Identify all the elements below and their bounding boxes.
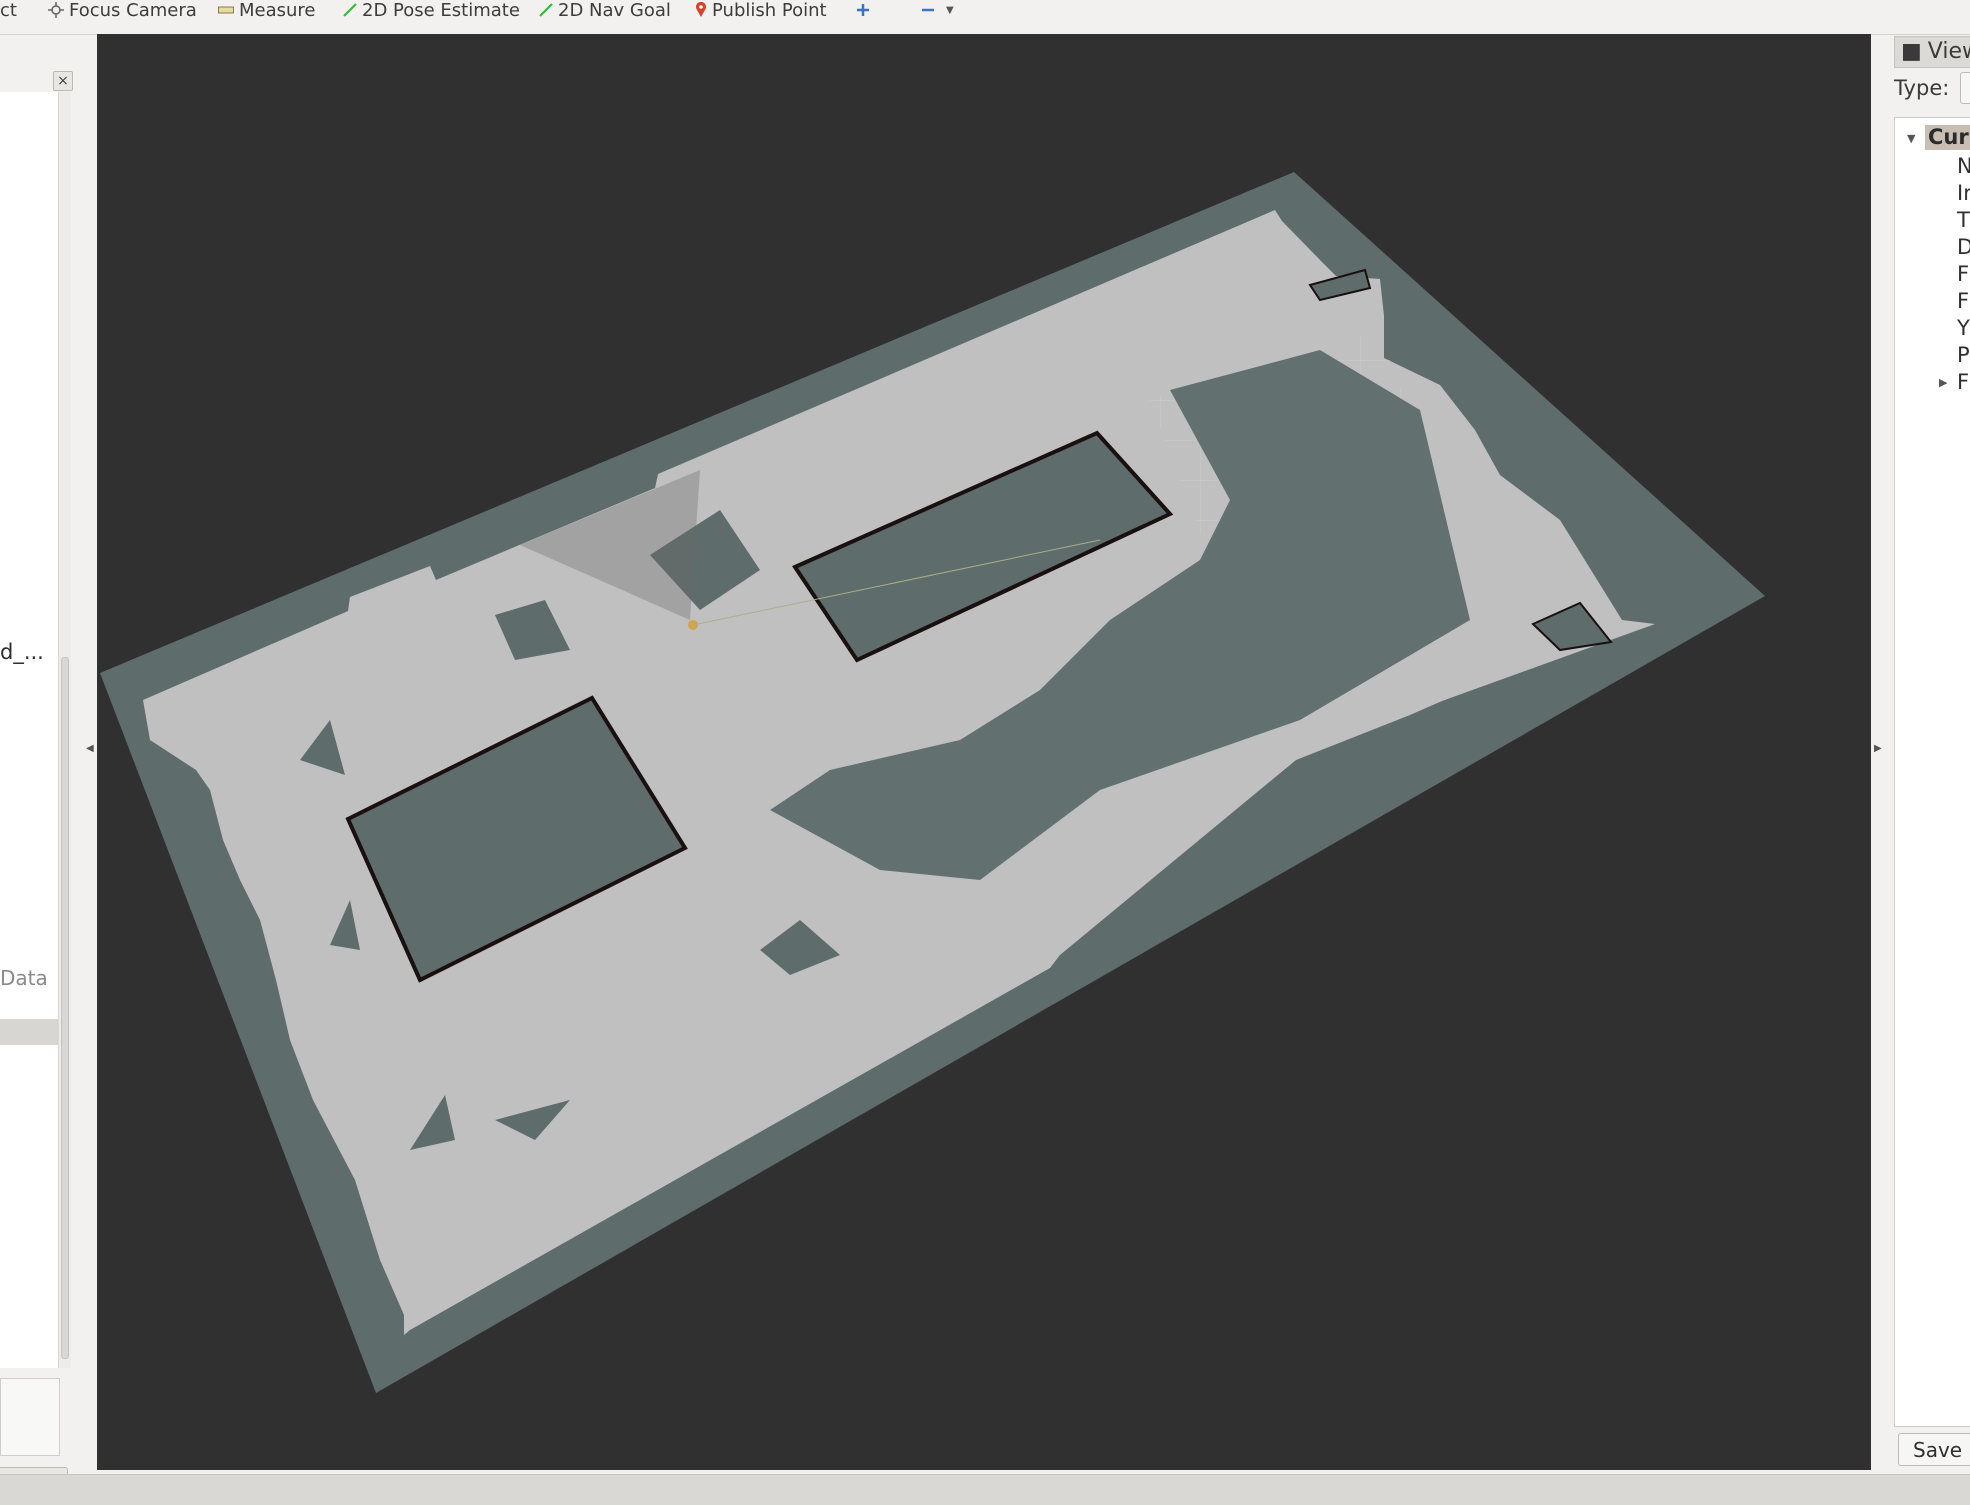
render-viewport[interactable] bbox=[97, 34, 1871, 1470]
views-title: View bbox=[1927, 39, 1970, 64]
property-row[interactable]: F bbox=[1957, 262, 1969, 286]
occupancy-map bbox=[100, 172, 1765, 1393]
property-row[interactable]: N bbox=[1957, 154, 1970, 178]
expand-focal-icon[interactable]: ▶ bbox=[1939, 376, 1947, 389]
pose-arrow-icon bbox=[343, 3, 357, 17]
view-properties-tree[interactable]: ▼ Curr N Ir T D F F Y P ▶ F bbox=[1894, 117, 1970, 1427]
pose-estimate-label: 2D Pose Estimate bbox=[362, 0, 520, 21]
remove-tool-button[interactable]: ▼ bbox=[921, 0, 954, 20]
displays-panel: × d_... Data ename bbox=[0, 34, 76, 1501]
tool-bar: ct Focus Camera Measure 2D Pose Estimate… bbox=[0, 0, 1970, 35]
expand-current-icon[interactable]: ▼ bbox=[1907, 132, 1915, 145]
status-bar bbox=[0, 1474, 1970, 1505]
measure-icon bbox=[218, 6, 234, 14]
nav-arrow-icon bbox=[539, 3, 553, 17]
camera-icon: ■ bbox=[1901, 39, 1922, 64]
nav-goal-tool[interactable]: 2D Nav Goal bbox=[539, 0, 671, 21]
publish-point-tool[interactable]: Publish Point bbox=[695, 0, 827, 21]
property-row[interactable]: F bbox=[1957, 289, 1969, 313]
interact-tool-label[interactable]: ct bbox=[0, 0, 17, 21]
displays-tree[interactable]: d_... Data bbox=[0, 92, 59, 1368]
property-row[interactable]: D bbox=[1957, 235, 1970, 259]
data-placeholder-text: Data bbox=[0, 966, 48, 990]
property-row[interactable]: Ir bbox=[1957, 181, 1970, 205]
focus-camera-icon bbox=[48, 2, 64, 18]
measure-tool[interactable]: Measure bbox=[218, 0, 316, 21]
remove-tool-icon bbox=[922, 8, 934, 12]
property-row[interactable]: F bbox=[1957, 370, 1969, 394]
selected-row[interactable] bbox=[0, 1019, 58, 1045]
views-panel-header: ■View bbox=[1894, 36, 1970, 68]
view-type-select[interactable] bbox=[1960, 72, 1970, 104]
nav-goal-label: 2D Nav Goal bbox=[558, 0, 671, 21]
property-row[interactable]: P bbox=[1957, 343, 1970, 367]
add-tool-icon bbox=[857, 4, 869, 16]
views-panel: ■View Type: ▼ Curr N Ir T D F F Y P ▶ F … bbox=[1892, 34, 1970, 1474]
focus-camera-tool[interactable]: Focus Camera bbox=[48, 0, 197, 21]
map-pin-icon bbox=[696, 2, 706, 17]
displays-scrollbar[interactable] bbox=[58, 92, 71, 1368]
current-view-row[interactable]: Curr bbox=[1925, 125, 1970, 150]
collapse-left-icon[interactable]: ◀ bbox=[86, 743, 94, 754]
property-row[interactable]: Y bbox=[1957, 316, 1970, 340]
scrollbar-thumb[interactable] bbox=[61, 657, 69, 1359]
collapse-right-icon[interactable]: ▶ bbox=[1874, 743, 1882, 754]
close-panel-button[interactable]: × bbox=[53, 71, 73, 91]
pose-estimate-tool[interactable]: 2D Pose Estimate bbox=[343, 0, 520, 21]
publish-point-label: Publish Point bbox=[712, 0, 827, 21]
display-item-label[interactable]: d_... bbox=[0, 640, 44, 664]
description-box bbox=[0, 1378, 60, 1456]
save-view-button[interactable]: Save bbox=[1898, 1433, 1970, 1466]
add-tool-button[interactable] bbox=[856, 0, 875, 20]
type-label: Type: bbox=[1894, 76, 1950, 100]
property-row[interactable]: T bbox=[1957, 208, 1970, 232]
focus-camera-label: Focus Camera bbox=[69, 0, 197, 21]
measure-label: Measure bbox=[239, 0, 316, 21]
dropdown-arrow-icon: ▼ bbox=[946, 4, 954, 16]
